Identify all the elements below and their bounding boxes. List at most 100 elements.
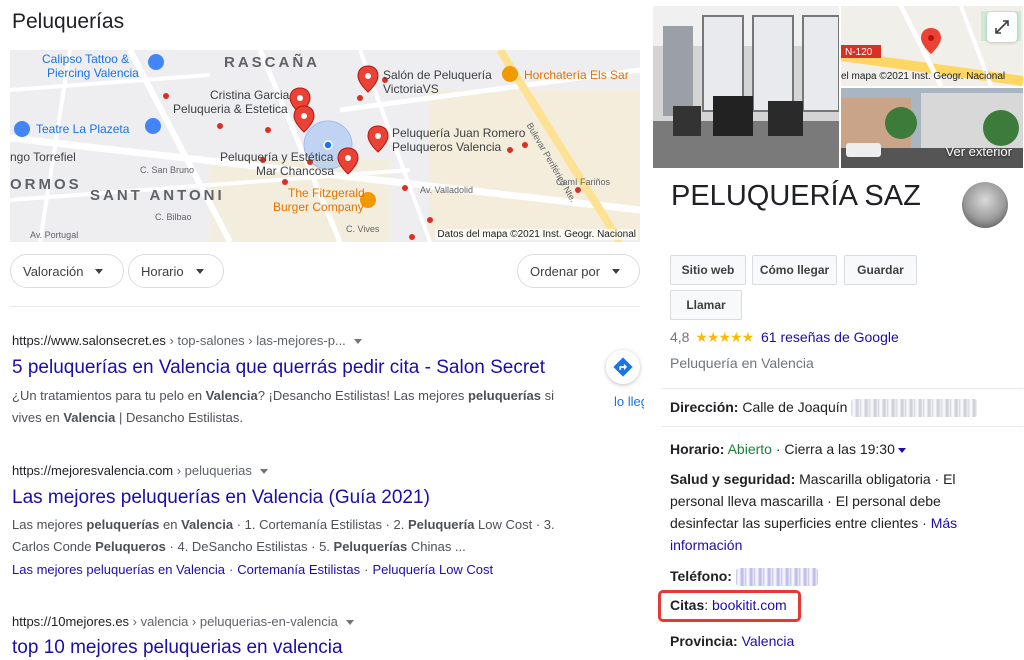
result-title[interactable]: Las mejores peluquerías en Valencia (Guí… [12,487,430,509]
expand-photos-button[interactable] [987,12,1017,42]
business-avatar[interactable] [962,182,1008,228]
province-label: Provincia: [670,633,738,649]
filter-valoracion[interactable]: Valoración [10,254,124,288]
appointments-link[interactable]: bookitit.com [712,597,787,613]
result-url[interactable]: https://mejoresvalencia.com › peluqueria… [12,463,268,478]
map-label-mar-chancosa[interactable]: Peluquería y Estética [220,150,333,164]
address-value[interactable]: Calle de Joaquín [742,399,847,415]
map-label-mar-chancosa-2[interactable]: Mar Chancosa [256,164,334,178]
map-street-san-bruno: C. San Bruno [140,165,195,175]
map-street-vives: C. Vives [346,224,380,234]
map-label-fitzgerald[interactable]: The Fitzgerald [288,186,365,200]
map-label-cristina[interactable]: Cristina Garcia [210,88,289,102]
snippet-text: Las mejores [12,517,87,532]
health-safety-text: personal lleva mascarilla · El personal … [670,493,941,509]
snippet-bold: peluquerías [86,517,160,532]
map-label-sant-antoni: SANT ANTONI [90,187,225,204]
result-url-crumbs: › top-salones › las-mejores-p... [165,333,346,348]
directions-icon [613,357,633,377]
salon-interior-image [653,6,839,168]
result-title[interactable]: top 10 mejores peluquerias en valencia [12,637,343,659]
map-label-juan-romero[interactable]: Peluquería Juan Romero [392,126,525,140]
divider [661,426,1023,427]
chevron-down-icon[interactable] [897,447,906,453]
map-street-portugal: Av. Portugal [30,230,79,240]
more-info-link[interactable]: información [670,537,742,553]
filter-valoracion-label: Valoración [23,263,84,279]
star-rating-icon: ★★★★★ [695,329,754,345]
save-button[interactable]: Guardar [844,255,917,285]
result-url-crumbs: › peluquerias [173,463,252,478]
map-label-juan-romero-2[interactable]: Peluqueros Valencia [392,140,501,154]
map-label-cristina-2[interactable]: Peluqueria & Estetica [173,102,288,116]
result-snippet: Las mejores peluquerías en Valencia · 1.… [12,514,604,558]
snippet-bold: Peluqueros [95,539,166,554]
appointments-label: Citas [670,597,705,613]
chevron-down-icon[interactable] [345,620,354,626]
local-map[interactable]: Calipso Tattoo & Piercing Valencia RASCA… [10,50,640,242]
result-url-domain: https://10mejores.es [12,614,130,629]
phone-label: Teléfono: [670,568,732,584]
province-link[interactable]: Valencia [742,633,795,649]
directions-button[interactable] [606,350,640,384]
chevron-down-icon [195,268,204,274]
website-button[interactable]: Sitio web [670,255,746,285]
map-label-victoria-2[interactable]: VictoriaVS [383,82,439,96]
snippet-text: ¿Un tratamientos para tu pelo en [12,388,206,403]
snippet-text: Carlos Conde [12,539,96,554]
snippet-bold: Peluquerías [333,539,408,554]
business-photo[interactable] [653,6,839,168]
redacted-phone[interactable] [735,568,818,587]
result-url-domain: https://www.salonsecret.es [12,333,166,348]
reviews-link[interactable]: 61 reseñas de Google [761,329,899,345]
appointments-field: Citas: bookitit.com [670,594,787,616]
sitelink[interactable]: Peluquería Low Cost [372,562,493,577]
snippet-text: Chinas ... [407,539,466,554]
snippet-text: si [540,388,554,403]
sitelink[interactable]: Cortemanía Estilistas [237,562,360,577]
hours-close-time: · Cierra a las 19:30 [771,441,895,457]
filter-horario[interactable]: Horario [128,254,224,288]
more-info-link[interactable]: Más [931,515,957,531]
ver-exterior-label[interactable]: Ver exterior [946,144,1012,159]
result-title[interactable]: 5 peluquerías en Valencia que querrás pe… [12,357,545,379]
map-label-rascana: RASCAÑA [224,54,320,71]
map-label-teatre[interactable]: Teatre La Plazeta [36,122,129,136]
map-label-fitzgerald-2[interactable]: Burger Company [273,200,364,214]
map-street-bilbao: C. Bilbao [155,212,192,222]
snippet-bold: Peluquería [407,517,475,532]
snippet-text: · 1. Cortemanía Estilistas · 2. [233,517,408,532]
call-button[interactable]: Llamar [670,290,742,320]
map-label-ormos: ORMOS [10,176,82,193]
chevron-down-icon[interactable] [259,469,268,475]
map-label-horchateria[interactable]: Horchatería Els Sar [524,68,629,82]
sitelink[interactable]: Las mejores peluquerías en Valencia [12,562,225,577]
result-url-domain: https://mejoresvalencia.com [12,463,174,478]
health-safety-text: Mascarilla obligatoria · El [795,471,956,487]
chevron-down-icon [612,268,621,274]
chevron-down-icon [95,268,104,274]
result-snippet: ¿Un tratamientos para tu pelo en Valenci… [12,385,604,429]
snippet-text: ? ¡Desancho Estilistas! Las mejores [257,388,468,403]
snippet-bold: peluquerías [467,388,541,403]
phone-field: Teléfono: [670,565,818,587]
business-name: PELUQUERÍA SAZ [671,180,921,212]
expand-icon [995,20,1009,34]
chevron-down-icon[interactable] [353,339,362,345]
directions-peek-label[interactable]: lo lleg [614,394,644,409]
section-title: Peluquerías [12,10,125,33]
hours-field[interactable]: Horario: Abierto · Cierra a las 19:30 [670,438,906,460]
result-url[interactable]: https://www.salonsecret.es › top-salones… [12,333,362,348]
directions-button-kp[interactable]: Cómo llegar [752,255,837,285]
map-label-calipso[interactable]: Calipso Tattoo & [42,52,129,66]
result-url[interactable]: https://10mejores.es › valencia › peluqu… [12,614,354,629]
province-field: Provincia: Valencia [670,630,794,652]
health-safety-field: Salud y seguridad: Mascarilla obligatori… [670,468,1010,556]
address-label: Dirección: [670,399,739,415]
map-label-calipso-2[interactable]: Piercing Valencia [47,66,139,80]
map-label-victoria[interactable]: Salón de Peluquería [383,68,492,82]
sort-dropdown[interactable]: Ordenar por [517,254,640,288]
address-field: Dirección: Calle de Joaquín [670,396,978,418]
snippet-text: Low Cost · 3. [474,517,555,532]
appointments-colon: : [704,597,713,613]
